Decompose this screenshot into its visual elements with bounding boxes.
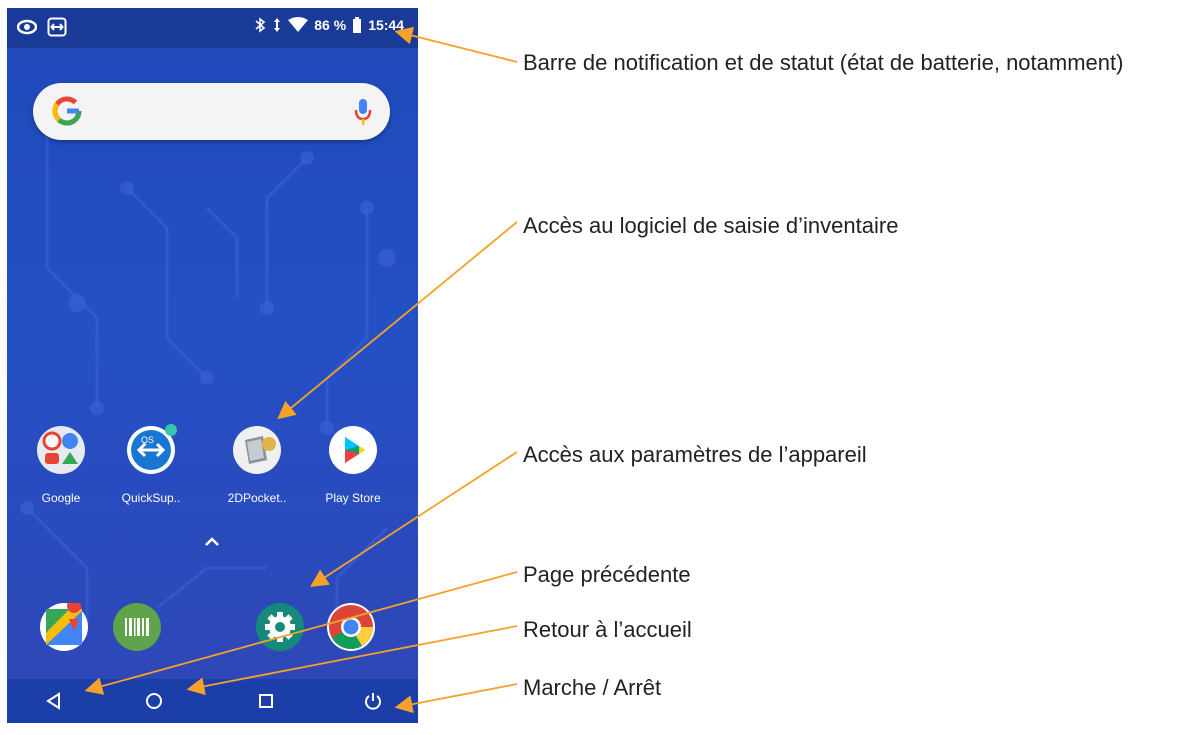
annotation-power: Marche / Arrêt bbox=[523, 675, 662, 700]
mic-icon[interactable] bbox=[352, 97, 374, 127]
google-g-icon bbox=[52, 96, 82, 126]
app-quicksupport[interactable]: QS QuickSup.. bbox=[111, 424, 191, 505]
bluetooth-icon bbox=[255, 17, 266, 33]
navigation-bar bbox=[7, 679, 418, 723]
quicksupport-icon: QS bbox=[127, 424, 177, 474]
annotation-home: Retour à l’accueil bbox=[523, 617, 692, 642]
app-label: Play Store bbox=[325, 491, 381, 505]
status-bar: 86 % 15:44 bbox=[7, 8, 418, 48]
notification-dot bbox=[165, 424, 177, 436]
cast-icon bbox=[47, 17, 67, 37]
app-play-store[interactable]: Play Store bbox=[313, 426, 393, 505]
settings-icon[interactable] bbox=[256, 603, 304, 651]
google-folder-icon bbox=[37, 426, 85, 474]
app-drawer-chevron-icon[interactable] bbox=[202, 535, 222, 549]
wifi-icon bbox=[288, 17, 309, 32]
2dpocket-icon bbox=[233, 426, 281, 474]
svg-text:QS: QS bbox=[141, 435, 154, 445]
google-search-bar[interactable] bbox=[33, 83, 390, 140]
barcode-icon[interactable] bbox=[113, 603, 161, 651]
data-arrows-icon bbox=[274, 18, 281, 32]
chrome-icon[interactable] bbox=[327, 603, 375, 651]
app-label: 2DPocket.. bbox=[227, 491, 287, 505]
eye-icon bbox=[17, 19, 37, 35]
play-store-icon bbox=[329, 426, 377, 474]
recents-icon[interactable] bbox=[255, 690, 277, 712]
app-google-folder[interactable]: Google bbox=[21, 426, 101, 505]
home-icon[interactable] bbox=[143, 690, 165, 712]
annotation-inventory-app: Accès au logiciel de saisie d’inventaire bbox=[523, 213, 899, 238]
battery-icon bbox=[353, 17, 362, 33]
annotation-status-bar: Barre de notification et de statut (état… bbox=[523, 50, 1124, 75]
app-2dpocket[interactable]: 2DPocket.. bbox=[217, 426, 297, 505]
phone-screen: 86 % 15:44 Google QS QuickSup.. 2DPocket… bbox=[7, 8, 418, 723]
maps-icon[interactable] bbox=[40, 599, 88, 651]
annotation-back: Page précédente bbox=[523, 562, 691, 587]
app-label: QuickSup.. bbox=[121, 491, 181, 505]
clock-time: 15:44 bbox=[368, 17, 404, 33]
app-label: Google bbox=[41, 491, 81, 505]
power-icon[interactable] bbox=[362, 690, 384, 712]
back-icon[interactable] bbox=[43, 690, 65, 712]
annotation-settings: Accès aux paramètres de l’appareil bbox=[523, 442, 867, 467]
battery-percent: 86 % bbox=[314, 17, 347, 33]
